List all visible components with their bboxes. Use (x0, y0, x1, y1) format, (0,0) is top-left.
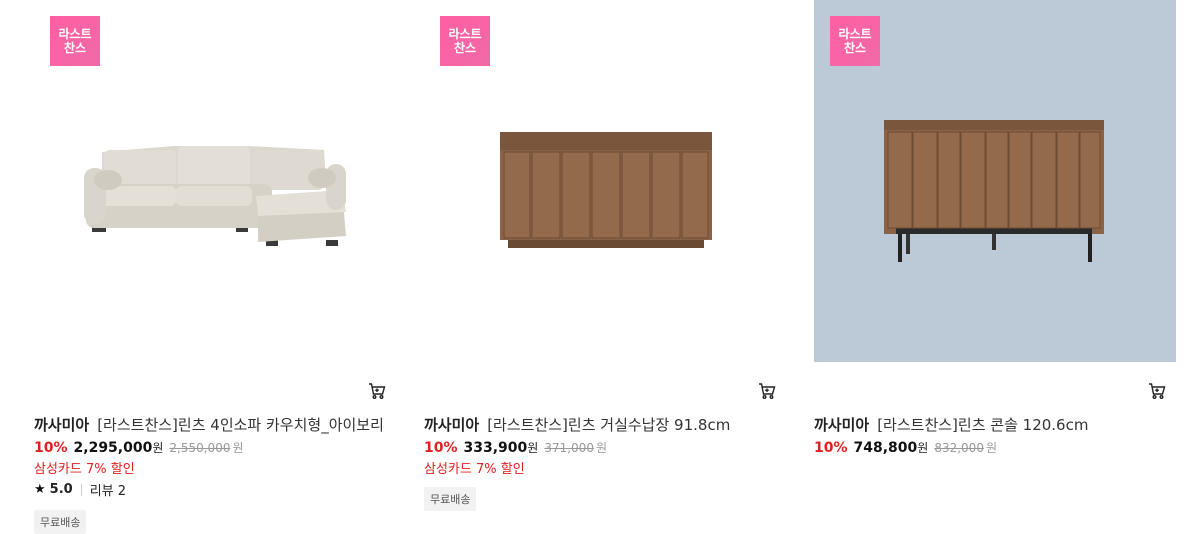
original-price: 832,000 (934, 441, 984, 455)
star-icon: ★ (34, 482, 46, 497)
price-row: 10% 2,295,000원 2,550,000 원 (34, 439, 244, 456)
last-chance-badge: 라스트 찬스 (440, 16, 490, 66)
product-card[interactable]: 라스트 찬스 까사미아 [라스트찬스]린츠 4인소파 카우치형_아이보리 10% 2… (34, 0, 396, 534)
product-name: [라스트찬스]린츠 거실수납장 91.8cm (487, 416, 731, 434)
card-promotion: 삼성카드 7% 할인 (34, 462, 135, 477)
currency-unit: 원 (917, 441, 929, 455)
product-grid: 라스트 찬스 까사미아 [라스트찬스]린츠 4인소파 카우치형_아이보리 10% 2… (0, 0, 1191, 534)
add-to-cart-button[interactable] (756, 380, 778, 402)
review-count: 리뷰 2 (89, 484, 127, 499)
last-chance-badge: 라스트 찬스 (830, 16, 880, 66)
product-thumbnail[interactable]: 라스트 찬스 (424, 0, 786, 362)
brand-name: 까사미아 (34, 416, 90, 434)
price-row: 10% 333,900원 371,000 원 (424, 439, 607, 456)
original-currency-unit: 원 (985, 441, 997, 455)
brand-name: 까사미아 (424, 416, 480, 434)
product-name: [라스트찬스]린츠 4인소파 카우치형_아이보리 (97, 416, 384, 434)
original-currency-unit: 원 (595, 441, 607, 455)
currency-unit: 원 (152, 441, 164, 455)
discount-rate: 10% (424, 440, 458, 456)
brand-name: 까사미아 (814, 416, 870, 434)
product-name: [라스트찬스]린츠 콘솔 120.6cm (877, 416, 1089, 434)
original-currency-unit: 원 (232, 441, 244, 455)
last-chance-badge: 라스트 찬스 (50, 16, 100, 66)
free-shipping-tag: 무료배송 (34, 510, 87, 534)
sale-price: 2,295,000 (73, 440, 153, 456)
currency-unit: 원 (527, 441, 539, 455)
free-shipping-tag: 무료배송 (424, 487, 477, 511)
product-title[interactable]: 까사미아 [라스트찬스]린츠 거실수납장 91.8cm (424, 414, 786, 435)
sale-price: 748,800 (853, 440, 918, 456)
product-title[interactable]: 까사미아 [라스트찬스]린츠 콘솔 120.6cm (814, 414, 1176, 435)
add-to-cart-button[interactable] (1146, 380, 1168, 402)
cart-icon (369, 383, 386, 399)
add-to-cart-button[interactable] (366, 380, 388, 402)
sale-price: 333,900 (463, 440, 528, 456)
product-title[interactable]: 까사미아 [라스트찬스]린츠 4인소파 카우치형_아이보리 (34, 414, 396, 435)
product-thumbnail[interactable]: 라스트 찬스 (34, 0, 396, 362)
cart-icon (759, 383, 776, 399)
product-card[interactable]: 라스트 찬스 까사미아 [라스트찬스]린츠 거실수납장 91.8cm 10% 333… (424, 0, 786, 511)
card-promotion: 삼성카드 7% 할인 (424, 462, 525, 477)
product-card[interactable]: 라스트 찬스 까사미아 [라스트찬스]린츠 콘솔 120.6cm 10% 748,8… (814, 0, 1176, 456)
rating-score: 5.0 (49, 482, 73, 497)
rating-row: ★ 5.0 리뷰 2 (34, 480, 126, 499)
price-row: 10% 748,800원 832,000 원 (814, 439, 997, 456)
cart-icon (1149, 383, 1166, 399)
product-thumbnail[interactable]: 라스트 찬스 (814, 0, 1176, 362)
original-price: 2,550,000 (169, 441, 231, 455)
original-price: 371,000 (544, 441, 594, 455)
discount-rate: 10% (34, 440, 68, 456)
divider (80, 483, 82, 496)
discount-rate: 10% (814, 440, 848, 456)
